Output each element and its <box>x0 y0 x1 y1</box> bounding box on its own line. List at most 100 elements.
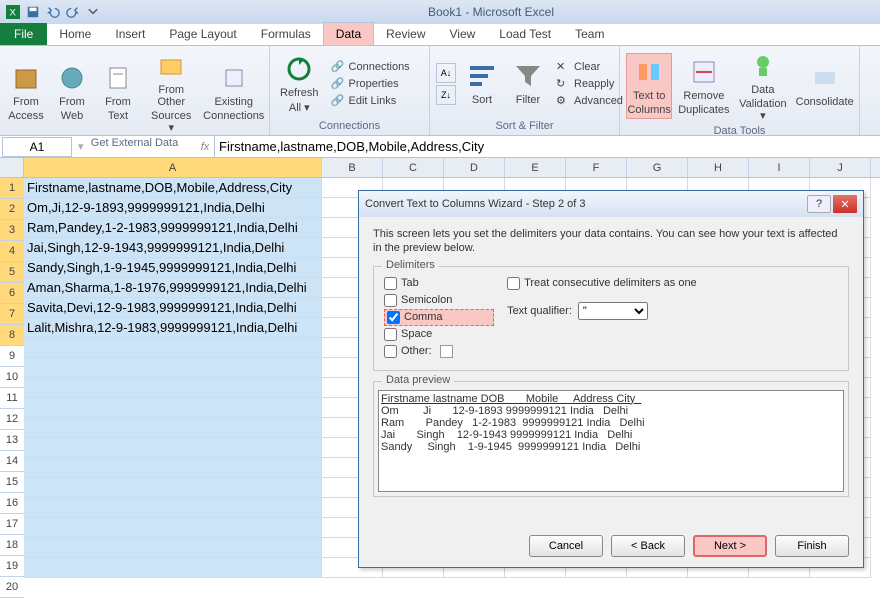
tab-load-test[interactable]: Load Test <box>487 23 563 45</box>
col-header-E[interactable]: E <box>505 158 566 177</box>
filter-item-2[interactable]: ⚙Advanced <box>554 93 625 109</box>
other-checkbox-row[interactable]: Other: <box>384 343 494 360</box>
filter-item-0[interactable]: ✕Clear <box>554 59 625 75</box>
row-header-7[interactable]: 7 <box>0 304 24 325</box>
cell-A3[interactable]: Ram,Pandey,1-2-1983,9999999121,India,Del… <box>24 218 322 238</box>
row-header-8[interactable]: 8 <box>0 325 24 346</box>
row-header-18[interactable]: 18 <box>0 535 24 556</box>
ext-button-3[interactable]: From OtherSources ▾ <box>144 48 198 136</box>
row-header-12[interactable]: 12 <box>0 409 24 430</box>
cell-A7[interactable]: Savita,Devi,12-9-1983,9999999121,India,D… <box>24 298 322 318</box>
sort-button[interactable]: Sort <box>462 58 502 108</box>
semicolon-checkbox[interactable] <box>384 294 397 307</box>
conn-item-0[interactable]: 🔗Connections <box>329 59 412 75</box>
col-header-F[interactable]: F <box>566 158 627 177</box>
undo-icon[interactable] <box>44 3 62 21</box>
row-header-17[interactable]: 17 <box>0 514 24 535</box>
qat-dropdown-icon[interactable] <box>84 3 102 21</box>
cell-A13[interactable] <box>24 418 322 438</box>
row-header-9[interactable]: 9 <box>0 346 24 367</box>
name-box[interactable] <box>2 137 72 157</box>
col-header-I[interactable]: I <box>749 158 810 177</box>
preview-box[interactable]: Firstname lastname DOB Mobile Address Ci… <box>378 390 844 492</box>
tab-team[interactable]: Team <box>563 23 616 45</box>
cell-A5[interactable]: Sandy,Singh,1-9-1945,9999999121,India,De… <box>24 258 322 278</box>
comma-checkbox-row[interactable]: Comma <box>384 309 494 326</box>
redo-icon[interactable] <box>64 3 82 21</box>
row-header-20[interactable]: 20 <box>0 577 24 598</box>
col-header-D[interactable]: D <box>444 158 505 177</box>
cell-A14[interactable] <box>24 438 322 458</box>
cell-A19[interactable] <box>24 538 322 558</box>
qualifier-select[interactable]: " <box>578 302 648 320</box>
ext-button-4[interactable]: ExistingConnections <box>204 60 263 124</box>
space-checkbox[interactable] <box>384 328 397 341</box>
cell-A10[interactable] <box>24 358 322 378</box>
fx-icon[interactable]: fx <box>196 141 214 153</box>
comma-checkbox[interactable] <box>387 311 400 324</box>
conn-item-1[interactable]: 🔗Properties <box>329 76 412 92</box>
cell-A15[interactable] <box>24 458 322 478</box>
ext-button-0[interactable]: FromAccess <box>6 60 46 124</box>
row-header-13[interactable]: 13 <box>0 430 24 451</box>
row-header-19[interactable]: 19 <box>0 556 24 577</box>
filter-button[interactable]: Filter <box>508 58 548 108</box>
cell-A16[interactable] <box>24 478 322 498</box>
row-header-5[interactable]: 5 <box>0 262 24 283</box>
row-header-11[interactable]: 11 <box>0 388 24 409</box>
tool-button-0[interactable]: Text toColumns <box>626 53 672 119</box>
finish-button[interactable]: Finish <box>775 535 849 557</box>
next-button[interactable]: Next > <box>693 535 767 557</box>
col-header-G[interactable]: G <box>627 158 688 177</box>
ext-button-1[interactable]: FromWeb <box>52 60 92 124</box>
tab-page-layout[interactable]: Page Layout <box>157 23 248 45</box>
row-header-14[interactable]: 14 <box>0 451 24 472</box>
save-icon[interactable] <box>24 3 42 21</box>
row-header-3[interactable]: 3 <box>0 220 24 241</box>
cell-A20[interactable] <box>24 558 322 578</box>
semicolon-checkbox-row[interactable]: Semicolon <box>384 292 494 309</box>
col-header-C[interactable]: C <box>383 158 444 177</box>
sort-za-icon[interactable]: Z↓ <box>436 85 456 105</box>
tab-file[interactable]: File <box>0 23 47 45</box>
tool-button-1[interactable]: RemoveDuplicates <box>678 54 729 118</box>
row-header-16[interactable]: 16 <box>0 493 24 514</box>
help-button[interactable]: ? <box>807 195 831 213</box>
other-checkbox[interactable] <box>384 345 397 358</box>
tab-checkbox-row[interactable]: Tab <box>384 275 494 292</box>
cell-A12[interactable] <box>24 398 322 418</box>
formula-bar[interactable]: Firstname,lastname,DOB,Mobile,Address,Ci… <box>215 136 880 157</box>
cell-A6[interactable]: Aman,Sharma,1-8-1976,9999999121,India,De… <box>24 278 322 298</box>
tool-button-2[interactable]: DataValidation ▾ <box>735 48 790 124</box>
sort-az-icon[interactable]: A↓ <box>436 63 456 83</box>
refresh-all-button[interactable]: RefreshAll ▾ <box>276 51 323 115</box>
treat-consecutive-checkbox[interactable] <box>507 277 520 290</box>
tab-insert[interactable]: Insert <box>103 23 157 45</box>
other-input[interactable] <box>440 345 453 358</box>
cell-A18[interactable] <box>24 518 322 538</box>
space-checkbox-row[interactable]: Space <box>384 326 494 343</box>
close-button[interactable]: ✕ <box>833 195 857 213</box>
cell-A17[interactable] <box>24 498 322 518</box>
cell-A4[interactable]: Jai,Singh,12-9-1943,9999999121,India,Del… <box>24 238 322 258</box>
col-header-A[interactable]: A <box>24 158 322 177</box>
tab-checkbox[interactable] <box>384 277 397 290</box>
tab-formulas[interactable]: Formulas <box>249 23 323 45</box>
cell-A2[interactable]: Om,Ji,12-9-1893,9999999121,India,Delhi <box>24 198 322 218</box>
conn-item-2[interactable]: 🔗Edit Links <box>329 93 412 109</box>
filter-item-1[interactable]: ↻Reapply <box>554 76 625 92</box>
treat-consecutive-row[interactable]: Treat consecutive delimiters as one <box>507 275 697 292</box>
tool-button-3[interactable]: Consolidate <box>796 60 853 112</box>
row-header-15[interactable]: 15 <box>0 472 24 493</box>
cancel-button[interactable]: Cancel <box>529 535 603 557</box>
row-header-10[interactable]: 10 <box>0 367 24 388</box>
ext-button-2[interactable]: FromText <box>98 60 138 124</box>
tab-data[interactable]: Data <box>323 22 374 45</box>
col-header-B[interactable]: B <box>322 158 383 177</box>
cell-A11[interactable] <box>24 378 322 398</box>
tab-home[interactable]: Home <box>47 23 103 45</box>
cell-A8[interactable]: Lalit,Mishra,12-9-1983,9999999121,India,… <box>24 318 322 338</box>
tab-review[interactable]: Review <box>374 23 437 45</box>
row-header-4[interactable]: 4 <box>0 241 24 262</box>
cell-A1[interactable]: Firstname,lastname,DOB,Mobile,Address,Ci… <box>24 178 322 198</box>
